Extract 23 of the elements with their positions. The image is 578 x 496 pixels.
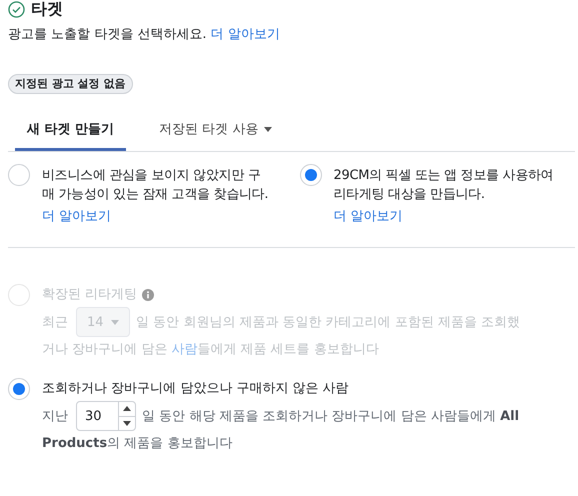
- sentence-text: 거나 장바구니에 담은: [42, 342, 168, 357]
- learn-more-link[interactable]: 더 알아보기: [42, 207, 112, 225]
- radio-button[interactable]: [8, 164, 30, 186]
- option-description: 29CM의 픽셀 또는 앱 정보를 사용하여 리타게팅 대상을 만듭니다.: [334, 167, 554, 204]
- sentence-text: 최근: [42, 314, 68, 331]
- day-stepper[interactable]: 30: [76, 401, 136, 431]
- option-title: 조회하거나 장바구니에 담았으나 구매하지 않은 사람: [42, 380, 349, 398]
- radio-button[interactable]: [8, 378, 30, 400]
- tab[interactable]: 저장된 타겟 사용: [147, 110, 284, 151]
- sentence-text: 일 동안 회원님의 제품과 동일한 카테고리에 포함된 제품을 조회했: [136, 314, 520, 331]
- tab[interactable]: 새 타겟 만들기: [15, 110, 126, 151]
- section-description: 광고를 노출할 타겟을 선택하세요. 더 알아보기: [8, 26, 281, 44]
- sentence-text: 일 동안 해당 제품을 조회하거나 장바구니에 담은 사람들에게 All: [142, 408, 520, 425]
- option-description: 비즈니스에 관심을 보이지 않았지만 구매 가능성이 있는 잠재 고객을 찾습니다.: [42, 167, 270, 204]
- status-badge: 지정된 광고 설정 없음: [8, 74, 132, 94]
- radio-button[interactable]: [300, 164, 322, 186]
- sentence-text: Products의 제품을 홍보합니다: [42, 436, 232, 451]
- learn-more-link[interactable]: 더 알아보기: [334, 207, 403, 225]
- option-title: 확장된 리타게팅: [42, 286, 138, 304]
- learn-more-link[interactable]: 더 알아보기: [210, 27, 280, 42]
- section-title: 타겟: [31, 0, 63, 20]
- sentence-text: 지난: [42, 408, 68, 425]
- sentence-text: 들에게 제품 세트를 홍보합니다: [197, 342, 379, 357]
